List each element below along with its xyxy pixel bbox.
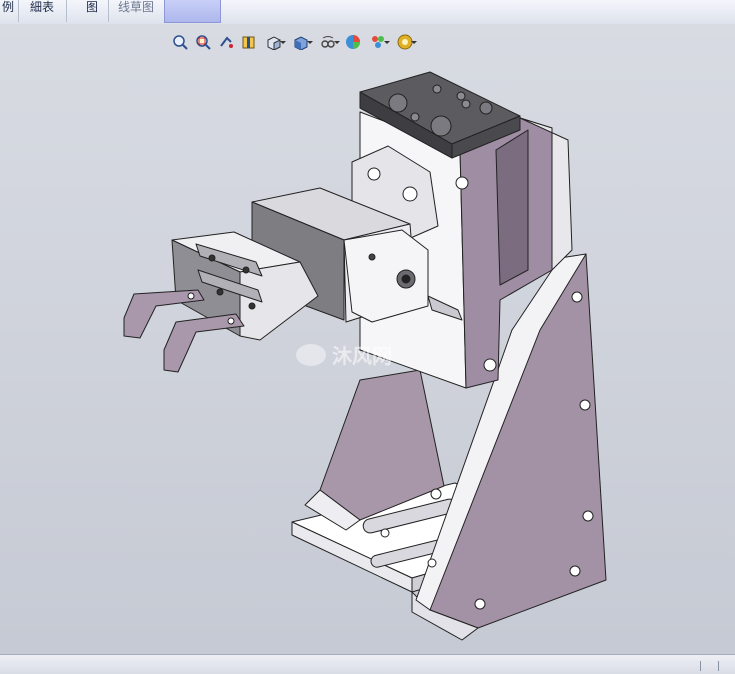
status-bar (0, 654, 735, 674)
tab-detail-table[interactable]: 細表 (30, 0, 54, 22)
hide-show-items-icon[interactable] (317, 33, 340, 51)
tab-divider (108, 0, 109, 22)
previous-view-icon[interactable] (217, 33, 235, 51)
feature-manager-tabs: 例 細表 图 线草图 (0, 0, 735, 25)
view-orientation-icon[interactable] (263, 33, 286, 51)
status-bar-divider (700, 661, 701, 671)
apply-scene-icon[interactable] (367, 33, 390, 51)
watermark: 沐风网 (296, 340, 392, 369)
zoom-to-fit-icon[interactable] (171, 33, 189, 51)
view-settings-icon[interactable] (394, 33, 417, 51)
section-view-icon[interactable] (240, 33, 258, 51)
watermark-logo-icon (296, 343, 326, 366)
tab-sketch[interactable]: 线草图 (118, 0, 154, 22)
status-bar-divider (718, 661, 719, 671)
tab-divider (66, 0, 67, 22)
zoom-area-icon[interactable] (194, 33, 212, 51)
graphics-area[interactable]: 沐风网 (0, 24, 735, 654)
actuator-cap (343, 229, 429, 323)
watermark-text: 沐风网 (332, 344, 392, 368)
tab-drawing[interactable]: 图 (86, 0, 98, 22)
tab-divider (18, 0, 19, 22)
column-slot (495, 129, 529, 286)
tab-example[interactable]: 例 (2, 0, 14, 22)
heads-up-view-toolbar (171, 32, 421, 52)
edit-appearance-icon[interactable] (344, 33, 362, 51)
display-style-icon[interactable] (290, 33, 313, 51)
tab-model-active[interactable] (164, 0, 221, 23)
model-render[interactable] (0, 24, 735, 654)
gripper-body-side (239, 261, 319, 341)
